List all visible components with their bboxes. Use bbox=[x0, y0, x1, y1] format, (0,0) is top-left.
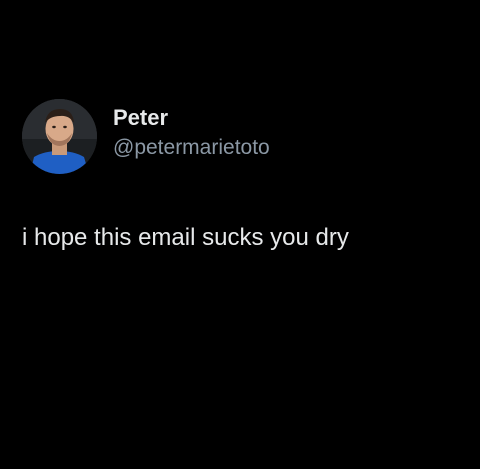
avatar-photo-icon bbox=[22, 98, 97, 174]
tweet-text: i hope this email sucks you dry bbox=[22, 224, 349, 251]
author-names: Peter @petermarietoto bbox=[113, 104, 270, 162]
avatar[interactable] bbox=[22, 98, 97, 174]
tweet-header: Peter @petermarietoto bbox=[22, 98, 270, 174]
user-handle[interactable]: @petermarietoto bbox=[113, 134, 270, 162]
tweet-card: Peter @petermarietoto i hope this email … bbox=[0, 0, 480, 469]
display-name[interactable]: Peter bbox=[113, 104, 270, 132]
